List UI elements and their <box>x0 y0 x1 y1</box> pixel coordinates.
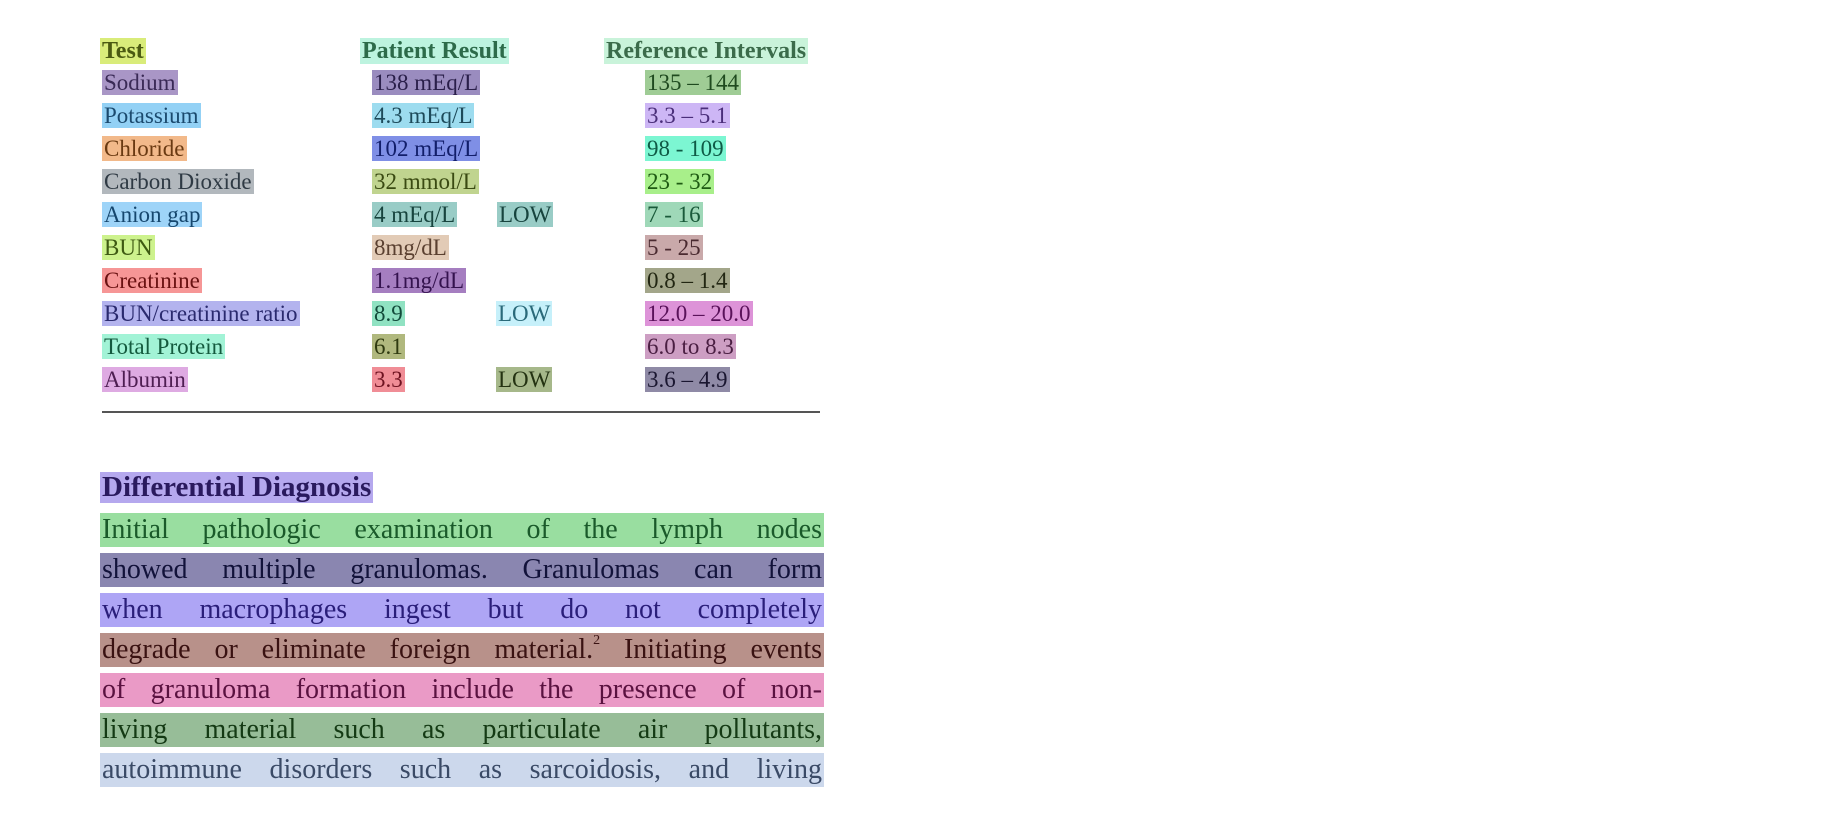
paragraph-text: degrade or eliminate foreign material. <box>102 634 594 665</box>
test-name: Anion gap <box>102 202 203 227</box>
paragraph-text: when macrophages ingest but do not compl… <box>102 594 822 625</box>
test-name: Albumin <box>102 367 188 392</box>
paragraph-text: Initiating events <box>600 634 822 665</box>
patient-result: 8.9 <box>372 301 405 326</box>
reference-interval: 135 – 144 <box>645 70 741 95</box>
patient-result: 138 mEq/L <box>372 70 481 95</box>
reference-interval: 5 - 25 <box>645 235 703 260</box>
paragraph-line: Initial pathologic examination of the ly… <box>100 513 824 547</box>
footnote-reference[interactable]: 2 <box>593 633 600 648</box>
low-flag: LOW <box>496 301 553 326</box>
paragraph-line: showed multiple granulomas. Granulomas c… <box>100 553 824 587</box>
paragraph-line: of granuloma formation include the prese… <box>100 673 824 707</box>
column-header: Reference Intervals <box>604 38 809 64</box>
paragraph-line: when macrophages ingest but do not compl… <box>100 593 824 627</box>
patient-result: 4.3 mEq/L <box>372 103 475 128</box>
test-name: Sodium <box>102 70 178 95</box>
reference-interval: 98 - 109 <box>645 136 726 161</box>
patient-result: 8mg/dL <box>372 235 449 260</box>
patient-result: 6.1 <box>372 334 405 359</box>
reference-interval: 6.0 to 8.3 <box>645 334 736 359</box>
section-title: Differential Diagnosis <box>100 471 374 503</box>
low-flag: LOW <box>497 202 554 227</box>
test-name: Carbon Dioxide <box>102 169 254 194</box>
reference-interval: 0.8 – 1.4 <box>645 268 730 293</box>
paragraph-line: autoimmune disorders such as sarcoidosis… <box>100 753 824 787</box>
low-flag: LOW <box>496 367 553 392</box>
paragraph-text: of granuloma formation include the prese… <box>102 674 822 705</box>
test-name: Chloride <box>102 136 187 161</box>
section-divider <box>102 411 820 413</box>
highlighted-document-panel: Test Patient Result Reference Intervals Sod… <box>0 0 920 823</box>
test-name: BUN/creatinine ratio <box>102 301 300 326</box>
paragraph-line: degrade or eliminate foreign material.2 … <box>100 633 824 667</box>
reference-interval: 3.3 – 5.1 <box>645 103 730 128</box>
patient-result: 102 mEq/L <box>372 136 481 161</box>
test-name: Total Protein <box>102 334 226 359</box>
test-name: Creatinine <box>102 268 202 293</box>
patient-result: 4 mEq/L <box>372 202 458 227</box>
reference-interval: 23 - 32 <box>645 169 715 194</box>
reference-interval: 7 - 16 <box>645 202 703 227</box>
reference-interval: 12.0 – 20.0 <box>645 301 753 326</box>
test-name: BUN <box>102 235 155 260</box>
column-header: Patient Result <box>360 38 509 64</box>
patient-result: 32 mmol/L <box>372 169 479 194</box>
column-header: Test <box>100 38 146 64</box>
test-name: Potassium <box>102 103 201 128</box>
paragraph-text: living material such as particulate air … <box>102 714 822 745</box>
patient-result: 1.1mg/dL <box>372 268 467 293</box>
patient-result: 3.3 <box>372 367 405 392</box>
paragraph-text: showed multiple granulomas. Granulomas c… <box>102 554 822 585</box>
reference-interval: 3.6 – 4.9 <box>645 367 730 392</box>
paragraph-line: living material such as particulate air … <box>100 713 824 747</box>
ocr-boxes-panel: TestPatient ResultReference IntervalsSod… <box>920 0 1840 823</box>
paragraph-text: autoimmune disorders such as sarcoidosis… <box>102 754 822 785</box>
paragraph-text: Initial pathologic examination of the ly… <box>102 514 822 545</box>
